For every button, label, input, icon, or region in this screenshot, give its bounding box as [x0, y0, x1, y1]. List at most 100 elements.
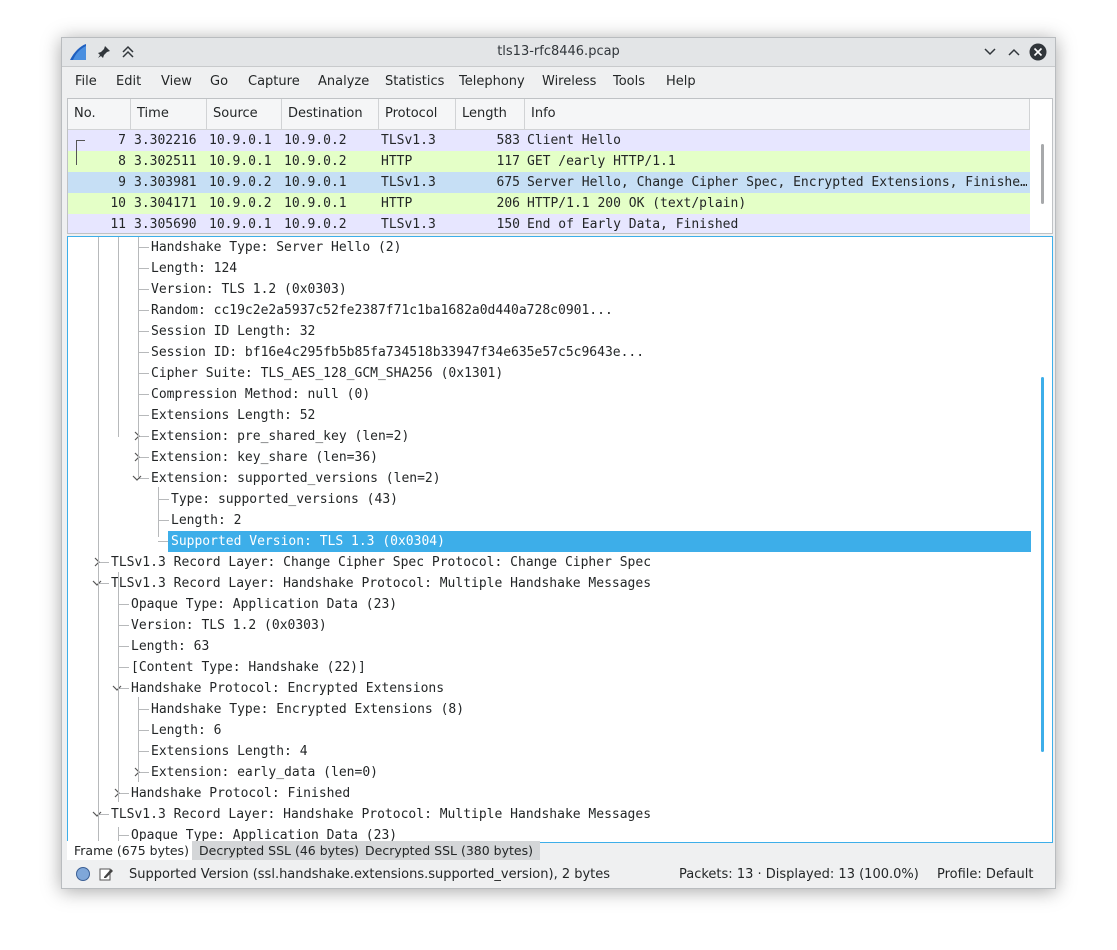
detail-tree-item[interactable]: Cipher Suite: TLS_AES_128_GCM_SHA256 (0x… [68, 363, 1031, 384]
tree-guide-line [118, 237, 119, 437]
packet-source: 10.9.0.1 [209, 217, 272, 232]
detail-tree-item[interactable]: Length: 124 [68, 258, 1031, 279]
detail-tree-item[interactable]: Extension: key_share (len=36) [68, 447, 1031, 468]
detail-tree-item[interactable]: Version: TLS 1.2 (0x0303) [68, 279, 1031, 300]
status-field-info: Supported Version (ssl.handshake.extensi… [129, 867, 611, 882]
detail-tree-item[interactable]: TLSv1.3 Record Layer: Change Cipher Spec… [68, 552, 1031, 573]
detail-tree-item[interactable]: TLSv1.3 Record Layer: Handshake Protocol… [68, 573, 1031, 594]
window-title: tls13-rfc8446.pcap [497, 44, 620, 59]
packet-row[interactable]: 9 3.303981 10.9.0.2 10.9.0.1 TLSv1.3 675 Serve… [68, 172, 1030, 193]
detail-tree-item[interactable]: Length: 6 [68, 720, 1031, 741]
packet-row[interactable]: 11 3.305690 10.9.0.1 10.9.0.2 TLSv1.3 150 End … [68, 214, 1030, 233]
detail-tree-item[interactable]: Compression Method: null (0) [68, 384, 1031, 405]
tree-connector [138, 268, 149, 269]
minimize-icon[interactable] [980, 42, 1000, 62]
detail-tree-label: Version: TLS 1.2 (0x0303) [151, 282, 347, 297]
menu-analyze[interactable]: Analyze [318, 74, 369, 89]
detail-tree-item[interactable]: Extension: early_data (len=0) [68, 762, 1031, 783]
detail-tree-label: Handshake Protocol: Encrypted Extensions [131, 681, 445, 696]
menu-telephony[interactable]: Telephony [459, 74, 525, 89]
details-scroll-thumb[interactable] [1041, 377, 1044, 752]
packet-list[interactable]: No. Time Source Destination Protocol Len… [67, 98, 1053, 234]
details-scrollbar[interactable] [1032, 237, 1052, 842]
tab-decrypted-ssl-380[interactable]: Decrypted SSL (380 bytes) [358, 841, 540, 860]
menu-help[interactable]: Help [666, 74, 696, 89]
detail-tree-item[interactable]: Handshake Protocol: Finished [68, 783, 1031, 804]
packet-info: Server Hello, Change Cipher Spec, Encryp… [527, 175, 1027, 190]
column-header-time[interactable]: Time [131, 99, 207, 129]
detail-tree-item[interactable]: Extensions Length: 52 [68, 405, 1031, 426]
detail-tree-label: [Content Type: Handshake (22)] [131, 660, 366, 675]
related-packet-indicator [76, 140, 85, 165]
menu-go[interactable]: Go [210, 74, 228, 89]
packet-time: 3.304171 [134, 196, 197, 211]
detail-tree-item[interactable]: Supported Version: TLS 1.3 (0x0304) [68, 531, 1031, 552]
detail-tree-item[interactable]: Session ID Length: 32 [68, 321, 1031, 342]
column-header-source[interactable]: Source [207, 99, 282, 129]
tab-frame[interactable]: Frame (675 bytes) [67, 841, 196, 860]
packet-protocol: HTTP [381, 154, 413, 169]
packet-protocol: TLSv1.3 [381, 133, 436, 148]
menu-wireless[interactable]: Wireless [542, 74, 596, 89]
maximize-icon[interactable] [1004, 42, 1024, 62]
detail-tree-label: TLSv1.3 Record Layer: Handshake Protocol… [111, 807, 652, 822]
menu-tools[interactable]: Tools [613, 74, 645, 89]
tree-connector [138, 730, 149, 731]
column-header-destination[interactable]: Destination [282, 99, 379, 129]
detail-tree-item[interactable]: Random: cc19c2e2a5937c52fe2387f71c1ba168… [68, 300, 1031, 321]
menu-file[interactable]: File [75, 74, 97, 89]
tree-connector [138, 415, 149, 416]
packet-row[interactable]: 7 3.302216 10.9.0.1 10.9.0.2 TLSv1.3 583 Clien… [68, 130, 1030, 151]
packet-destination: 10.9.0.2 [284, 154, 347, 169]
detail-tree-label: Extensions Length: 4 [151, 744, 308, 759]
detail-tree-item[interactable]: [Content Type: Handshake (22)] [68, 657, 1031, 678]
detail-tree-label: Cipher Suite: TLS_AES_128_GCM_SHA256 (0x… [151, 366, 504, 381]
packet-list-scrollbar[interactable] [1032, 99, 1052, 233]
packet-details-tree[interactable]: Handshake Type: Server Hello (2) Length: … [67, 236, 1053, 843]
detail-tree-label: Version: TLS 1.2 (0x0303) [131, 618, 327, 633]
column-header-no[interactable]: No. [68, 99, 131, 129]
column-header-info[interactable]: Info [525, 99, 1030, 129]
menu-edit[interactable]: Edit [116, 74, 141, 89]
title-bar[interactable]: tls13-rfc8446.pcap [62, 38, 1055, 67]
detail-tree-label: Extension: pre_shared_key (len=2) [151, 429, 410, 444]
menu-statistics[interactable]: Statistics [385, 74, 444, 89]
packet-length: 675 [496, 175, 520, 190]
column-header-protocol[interactable]: Protocol [379, 99, 456, 129]
detail-tree-item[interactable]: Extension: supported_versions (len=2) [68, 468, 1031, 489]
detail-tree-item[interactable]: Opaque Type: Application Data (23) [68, 594, 1031, 615]
detail-tree-item[interactable]: Handshake Protocol: Encrypted Extensions [68, 678, 1031, 699]
menu-view[interactable]: View [161, 74, 192, 89]
menu-capture[interactable]: Capture [248, 74, 300, 89]
comment-edit-icon[interactable] [98, 866, 114, 886]
packet-list-scroll-thumb[interactable] [1041, 144, 1044, 204]
packet-time: 3.303981 [134, 175, 197, 190]
close-icon[interactable] [1028, 42, 1048, 62]
tree-connector [138, 751, 149, 752]
column-header-length[interactable]: Length [456, 99, 525, 129]
detail-tree-label: Session ID Length: 32 [151, 324, 316, 339]
status-profile[interactable]: Profile: Default [937, 867, 1033, 882]
packet-source: 10.9.0.2 [209, 196, 272, 211]
detail-tree-item[interactable]: Version: TLS 1.2 (0x0303) [68, 615, 1031, 636]
packet-list-header: No. Time Source Destination Protocol Len… [68, 99, 1030, 130]
detail-tree-item[interactable]: Length: 2 [68, 510, 1031, 531]
detail-tree-item[interactable]: Length: 63 [68, 636, 1031, 657]
detail-tree-label: Random: cc19c2e2a5937c52fe2387f71c1ba168… [151, 303, 613, 318]
tab-decrypted-ssl-46[interactable]: Decrypted SSL (46 bytes) [192, 841, 367, 860]
packet-info: GET /early HTTP/1.1 [527, 154, 676, 169]
detail-tree-item[interactable]: Extension: pre_shared_key (len=2) [68, 426, 1031, 447]
packet-protocol: TLSv1.3 [381, 217, 436, 232]
detail-tree-item[interactable]: Handshake Type: Server Hello (2) [68, 237, 1031, 258]
tree-connector [138, 247, 149, 248]
packet-row[interactable]: 10 3.304171 10.9.0.2 10.9.0.1 HTTP 206 HTTP/1.… [68, 193, 1030, 214]
expert-info-icon[interactable] [75, 866, 91, 886]
packet-row[interactable]: 8 3.302511 10.9.0.1 10.9.0.2 HTTP 117 GET /ear… [68, 151, 1030, 172]
tree-guide-line [158, 487, 159, 537]
detail-tree-item[interactable]: Handshake Type: Encrypted Extensions (8) [68, 699, 1031, 720]
detail-tree-item[interactable]: TLSv1.3 Record Layer: Handshake Protocol… [68, 804, 1031, 825]
tree-guide-line [118, 572, 119, 802]
detail-tree-item[interactable]: Type: supported_versions (43) [68, 489, 1031, 510]
detail-tree-item[interactable]: Extensions Length: 4 [68, 741, 1031, 762]
detail-tree-item[interactable]: Session ID: bf16e4c295fb5b85fa734518b339… [68, 342, 1031, 363]
